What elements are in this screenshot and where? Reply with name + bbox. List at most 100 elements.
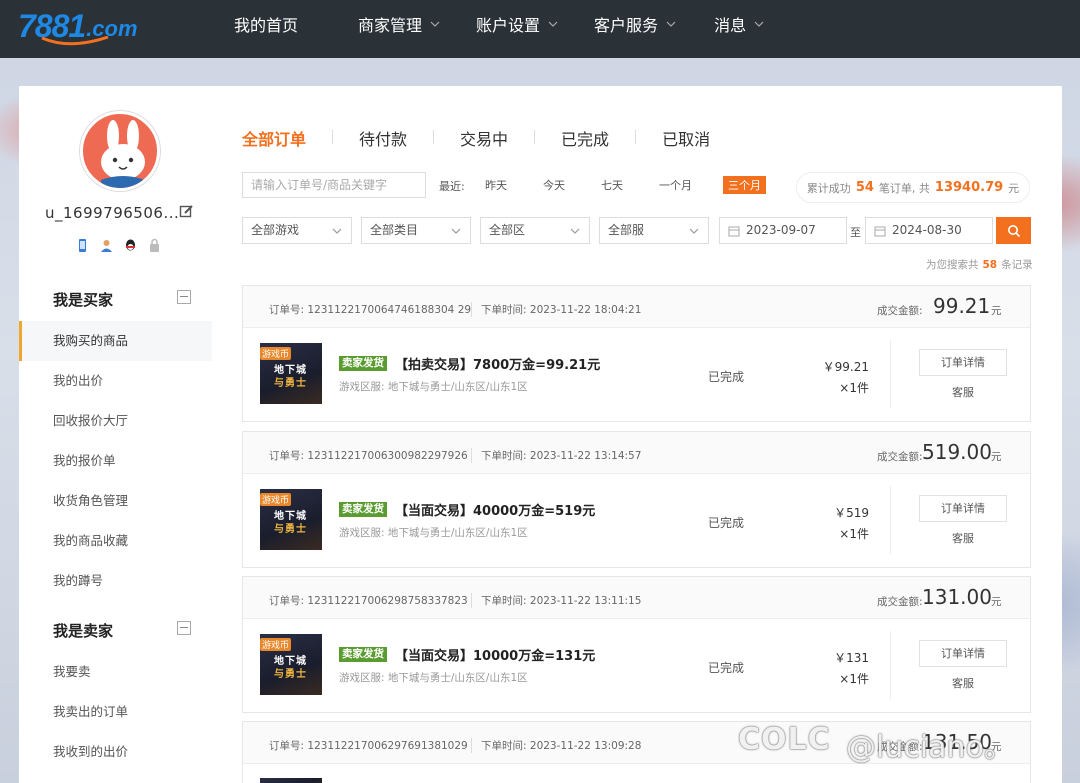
order-header: 订单号: 123112217006300982297926 下单时间: 2023… [243, 432, 1030, 474]
customer-service-link[interactable]: 客服 [919, 384, 1007, 400]
tab-completed[interactable]: 已完成 [561, 126, 609, 150]
summary-amount: 13940.79 [934, 180, 1004, 195]
lock-icon[interactable] [147, 238, 162, 253]
nav-item-label: 消息 [714, 16, 747, 35]
sidebar-item-received-bids[interactable]: 我收到的出价 [19, 732, 212, 772]
customer-service-link[interactable]: 客服 [919, 675, 1007, 691]
chevron-down-icon [451, 228, 461, 234]
order-number-value: 123112217006300982297926 [307, 450, 468, 462]
verification-badges [75, 238, 162, 253]
sidebar-item-receive-roles[interactable]: 收货角色管理 [19, 481, 212, 521]
region-select[interactable]: 全部区 [480, 217, 590, 244]
nav-item-account[interactable]: 账户设置 [476, 12, 558, 36]
nav-item-home[interactable]: 我的首页 [234, 12, 298, 36]
tab-divider [433, 130, 435, 144]
sidebar-item-sold-orders[interactable]: 我卖出的订单 [19, 692, 212, 732]
tab-pending-payment[interactable]: 待付款 [359, 126, 407, 150]
customer-service-link[interactable]: 客服 [919, 530, 1007, 546]
recent-today[interactable]: 今天 [538, 176, 570, 194]
nav-item-merchant[interactable]: 商家管理 [358, 12, 440, 36]
top-nav: 7881 .com 我的首页 商家管理 账户设置 客户服务 消息 [0, 0, 1080, 58]
order-time: 下单时间: 2023-11-22 13:09:28 [471, 738, 641, 753]
order-time: 下单时间: 2023-11-22 13:11:15 [471, 593, 641, 608]
avatar[interactable] [80, 111, 160, 191]
sidebar-item-sell[interactable]: 我要卖 [19, 652, 212, 692]
collapse-icon[interactable] [177, 290, 191, 304]
recent-1month[interactable]: 一个月 [654, 176, 697, 194]
order-number-label: 订单号: [269, 450, 305, 462]
order-time-label: 下单时间: [481, 304, 527, 316]
product-thumbnail[interactable] [260, 778, 322, 783]
recent-yesterday[interactable]: 昨天 [480, 176, 512, 194]
search-input[interactable]: 请输入订单号/商品关键字 [242, 172, 426, 198]
summary-prefix: 累计成功 [806, 181, 851, 195]
product-title[interactable]: 【当面交易】10000万金=131元 [395, 645, 595, 664]
edit-icon[interactable] [179, 204, 194, 219]
order-status: 已完成 [708, 661, 745, 675]
result-prefix: 为您搜索共 [926, 259, 979, 271]
category-select[interactable]: 全部类目 [361, 217, 471, 244]
person-icon[interactable] [99, 238, 114, 253]
date-from-value: 2023-09-07 [746, 223, 816, 237]
buyer-section-title: 我是买家 [53, 291, 114, 309]
tab-in-trade[interactable]: 交易中 [460, 126, 508, 150]
order-detail-button[interactable]: 订单详情 [919, 640, 1007, 667]
product-title[interactable]: 【拍卖交易】7800万金=99.21元 [395, 354, 600, 373]
order-number-value: 123112217006297691381029 [307, 740, 468, 752]
divider [890, 631, 891, 699]
order-number: 订单号: 123112217006297691381029 [269, 738, 468, 753]
product-thumbnail[interactable]: 游戏币 地下城 与勇士 [260, 634, 322, 695]
date-from-field[interactable]: 2023-09-07 [719, 217, 847, 244]
amount-unit: 元 [991, 451, 1002, 463]
order-summary: 累计成功 54 笔订单, 共 13940.79 元 [796, 172, 1030, 203]
tab-cancelled[interactable]: 已取消 [662, 126, 710, 150]
product-title[interactable]: 【当面交易】40000万金=519元 [395, 500, 595, 519]
recent-3months[interactable]: 三个月 [723, 176, 766, 194]
order-number: 订单号: 123112217006300982297926 [269, 448, 468, 463]
recent-7days[interactable]: 七天 [596, 176, 628, 194]
order-time-label: 下单时间: [481, 740, 527, 752]
sidebar-item-quotes[interactable]: 我的报价单 [19, 441, 212, 481]
nav-item-messages[interactable]: 消息 [714, 12, 764, 36]
date-to-field[interactable]: 2024-08-30 [865, 217, 993, 244]
sidebar-item-my-bids[interactable]: 我的出价 [19, 361, 212, 401]
sidebar: u_1699796506... 我是买家 我购买的商品 我的出价 回收报价大厅 … [19, 86, 212, 783]
qq-icon[interactable] [123, 238, 138, 253]
collapse-icon[interactable] [177, 621, 191, 635]
order-number-label: 订单号: [269, 740, 305, 752]
product-thumbnail[interactable]: 游戏币 地下城 与勇士 [260, 343, 322, 404]
chevron-down-icon [570, 228, 580, 234]
order-detail-button[interactable]: 订单详情 [919, 495, 1007, 522]
product-thumbnail[interactable]: 游戏币 地下城 与勇士 [260, 489, 322, 550]
thumb-line2: 与勇士 [274, 524, 307, 535]
tab-divider [635, 130, 637, 144]
logo[interactable]: 7881 .com [18, 2, 138, 46]
order-number: 订单号: 123112217006298758337823 [269, 593, 468, 608]
sidebar-item-favorites[interactable]: 我的商品收藏 [19, 521, 212, 561]
server-select[interactable]: 全部服 [599, 217, 709, 244]
order-time: 下单时间: 2023-11-22 18:04:21 [471, 302, 641, 317]
calendar-icon [874, 226, 886, 237]
order-time-value: 2023-11-22 18:04:21 [529, 304, 642, 316]
game-server: 游戏区服: 地下城与勇士/山东区/山东1区 [339, 381, 528, 393]
thumb-tag: 游戏币 [260, 493, 292, 506]
nav-item-service[interactable]: 客户服务 [594, 12, 676, 36]
sidebar-item-recycle-hall[interactable]: 回收报价大厅 [19, 401, 212, 441]
tab-all-orders[interactable]: 全部订单 [242, 126, 306, 150]
chevron-down-icon [332, 228, 342, 234]
order-status: 已完成 [708, 516, 745, 530]
sidebar-item-watch[interactable]: 我的蹲号 [19, 561, 212, 601]
order-number-value: 1231122170064746188304 29 [307, 304, 472, 316]
order-detail-button[interactable]: 订单详情 [919, 349, 1007, 376]
seller-ship-badge: 卖家发货 [339, 647, 387, 662]
order-time-label: 下单时间: [481, 595, 527, 607]
search-button[interactable] [996, 217, 1031, 244]
order-number-value: 123112217006298758337823 [307, 595, 468, 607]
select-value: 全部类目 [370, 223, 419, 237]
amount-value: 519.00 [922, 440, 992, 464]
summary-count: 54 [855, 180, 874, 195]
recent-options: 昨天 今天 七天 一个月 三个月 [480, 176, 792, 194]
sidebar-item-purchased[interactable]: 我购买的商品 [19, 321, 212, 361]
game-select[interactable]: 全部游戏 [242, 217, 352, 244]
phone-icon[interactable] [75, 238, 90, 253]
